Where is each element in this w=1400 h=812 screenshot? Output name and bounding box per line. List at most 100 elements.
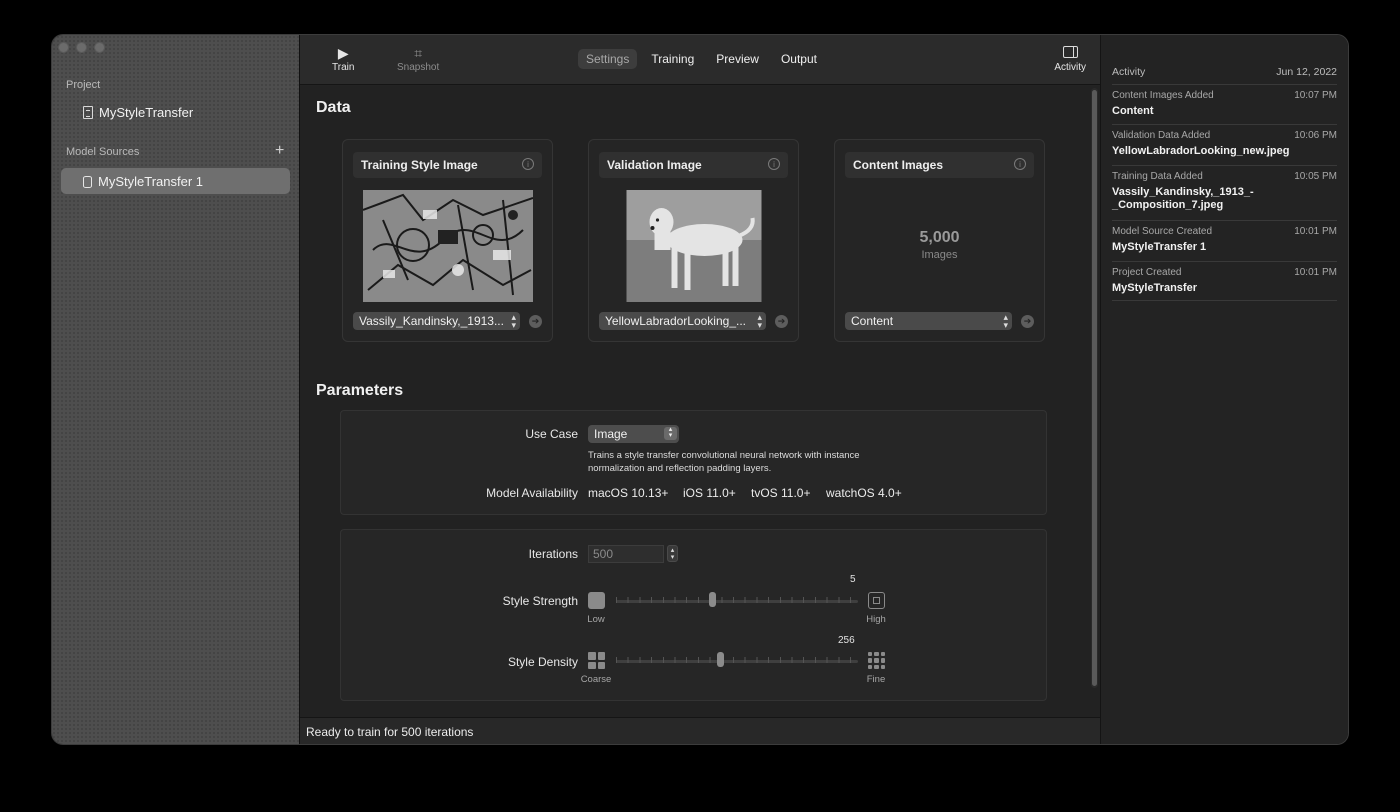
- style-density-low-caption: Coarse: [580, 674, 612, 685]
- model-source-icon: [83, 175, 92, 188]
- info-icon[interactable]: i: [768, 158, 780, 170]
- style-density-knob[interactable]: [716, 652, 724, 667]
- settings-content: Data Training Style Image i Vassily_Kand…: [300, 86, 1101, 717]
- popup-value: Content: [851, 314, 894, 328]
- chevron-updown-icon: ▴ ▾: [664, 426, 677, 440]
- style-density-ticks: [616, 657, 858, 663]
- model-sources-header: Model Sources: [66, 146, 140, 158]
- activity-item-time: 10:01 PM: [1294, 226, 1337, 237]
- training-style-image-popup[interactable]: Vassily_Kandinsky,_1913... ▴ ▾: [353, 312, 520, 330]
- style-strength-low-caption: Low: [587, 614, 605, 625]
- count-value: 5,000: [919, 229, 960, 246]
- style-strength-knob[interactable]: [709, 592, 717, 607]
- activity-item[interactable]: Content Images Added 10:07 PM Content: [1112, 84, 1337, 124]
- tab-training[interactable]: Training: [643, 49, 702, 69]
- vertical-scrollbar[interactable]: [1091, 88, 1098, 688]
- activity-item[interactable]: Project Created 10:01 PM MyStyleTransfer: [1112, 261, 1337, 301]
- reveal-arrow-icon[interactable]: ➔: [1021, 315, 1034, 328]
- tab-preview[interactable]: Preview: [708, 49, 767, 69]
- activity-item[interactable]: Training Data Added 10:05 PM Vassily_Kan…: [1112, 165, 1337, 220]
- activity-title: Activity: [1112, 66, 1146, 78]
- scrollbar-thumb[interactable]: [1092, 90, 1097, 686]
- activity-item-time: 10:06 PM: [1294, 130, 1337, 141]
- tab-output[interactable]: Output: [773, 49, 825, 69]
- availability-macos: macOS 10.13+: [588, 486, 669, 500]
- train-button[interactable]: ▶ Train: [332, 45, 354, 73]
- add-model-source-icon[interactable]: +: [275, 143, 284, 159]
- style-strength-ticks: [616, 597, 858, 603]
- activity-date: Jun 12, 2022: [1276, 66, 1337, 78]
- popup-value: YellowLabradorLooking_...: [605, 314, 746, 328]
- card-title-text: Content Images: [853, 158, 944, 172]
- style-density-label: Style Density: [507, 655, 578, 669]
- sidebar-item-model-source-row[interactable]: MyStyleTransfer 1: [83, 174, 203, 189]
- content-image-count: 5,000 Images: [835, 229, 1044, 261]
- info-icon[interactable]: i: [1014, 158, 1026, 170]
- labrador-thumbnail: [626, 190, 761, 302]
- card-title: Validation Image i: [599, 152, 788, 178]
- style-density-value: 256: [838, 635, 855, 646]
- project-section-header: Project: [66, 79, 101, 91]
- content-images-card: Content Images i 5,000 Images Content ▴ ▾…: [834, 139, 1045, 342]
- activity-item[interactable]: Model Source Created 10:01 PM MyStyleTra…: [1112, 220, 1337, 260]
- style-strength-label: Style Strength: [502, 594, 578, 608]
- card-title: Training Style Image i: [353, 152, 542, 178]
- style-strength-high-caption: High: [866, 614, 886, 625]
- model-availability-label: Model Availability: [486, 486, 578, 500]
- activity-item[interactable]: Validation Data Added 10:06 PM YellowLab…: [1112, 124, 1337, 164]
- coarse-density-icon: [588, 652, 605, 669]
- snapshot-button[interactable]: ⌗ Snapshot: [397, 45, 439, 73]
- minimize-window-button[interactable]: [76, 42, 87, 53]
- tab-settings[interactable]: Settings: [578, 49, 638, 69]
- activity-toggle-button[interactable]: Activity: [1054, 46, 1086, 73]
- use-case-label: Use Case: [525, 427, 578, 441]
- activity-item-time: 10:07 PM: [1294, 90, 1337, 101]
- style-density-high-caption: Fine: [866, 674, 886, 685]
- model-source-name: MyStyleTransfer 1: [98, 174, 203, 189]
- training-style-image-card: Training Style Image i Vassily_Kandinsky…: [342, 139, 553, 342]
- validation-image-popup[interactable]: YellowLabradorLooking_... ▴ ▾: [599, 312, 766, 330]
- sidebar-item-project[interactable]: MyStyleTransfer: [83, 105, 193, 120]
- activity-item-value: Content: [1112, 105, 1154, 117]
- iterations-label: Iterations: [528, 547, 578, 561]
- availability-watchos: watchOS 4.0+: [826, 486, 902, 500]
- zoom-window-button[interactable]: [94, 42, 105, 53]
- availability-ios: iOS 11.0+: [683, 486, 736, 500]
- sidebar: Project MyStyleTransfer Model Sources + …: [52, 35, 299, 744]
- chevron-updown-icon: ▴ ▾: [511, 312, 516, 330]
- play-icon: ▶: [337, 45, 349, 61]
- availability-tvos: tvOS 11.0+: [751, 486, 811, 500]
- chevron-updown-icon: ▴ ▾: [757, 312, 762, 330]
- document-icon: [83, 106, 93, 119]
- kandinsky-thumbnail: [362, 190, 533, 302]
- activity-item-value-line: Vassily_Kandinsky,_1913_-: [1112, 186, 1254, 198]
- snapshot-label: Snapshot: [397, 62, 440, 73]
- use-case-value: Image: [594, 427, 628, 441]
- parameters-section-title: Parameters: [316, 382, 404, 399]
- app-window: Project MyStyleTransfer Model Sources + …: [52, 35, 1348, 744]
- validation-image-card: Validation Image i YellowLabradorLooking…: [588, 139, 799, 342]
- count-unit: Images: [921, 249, 958, 261]
- activity-label: Activity: [1054, 62, 1086, 73]
- project-name: MyStyleTransfer: [99, 105, 194, 120]
- activity-item-value: MyStyleTransfer 1: [1112, 241, 1207, 253]
- activity-item-value-line: _Composition_7.jpeg: [1112, 199, 1224, 211]
- snapshot-icon: ⌗: [414, 45, 423, 61]
- iterations-stepper[interactable]: ▴ ▾: [667, 545, 678, 562]
- high-strength-icon: [868, 592, 885, 609]
- info-icon[interactable]: i: [522, 158, 534, 170]
- reveal-arrow-icon[interactable]: ➔: [775, 315, 788, 328]
- card-title-text: Training Style Image: [361, 158, 478, 172]
- iterations-field[interactable]: [588, 545, 664, 563]
- card-title: Content Images i: [845, 152, 1034, 178]
- use-case-panel: Use Case Image ▴ ▾ Trains a style transfe…: [340, 410, 1047, 515]
- data-section-title: Data: [316, 99, 351, 116]
- close-window-button[interactable]: [58, 42, 69, 53]
- use-case-select[interactable]: Image ▴ ▾: [588, 425, 679, 443]
- activity-panel: Activity Jun 12, 2022 Content Images Add…: [1100, 35, 1348, 744]
- reveal-arrow-icon[interactable]: ➔: [529, 315, 542, 328]
- status-bar: Ready to train for 500 iterations: [300, 717, 1100, 744]
- popup-value: Vassily_Kandinsky,_1913...: [359, 314, 504, 328]
- content-images-popup[interactable]: Content ▴ ▾: [845, 312, 1012, 330]
- low-strength-icon: [588, 592, 605, 609]
